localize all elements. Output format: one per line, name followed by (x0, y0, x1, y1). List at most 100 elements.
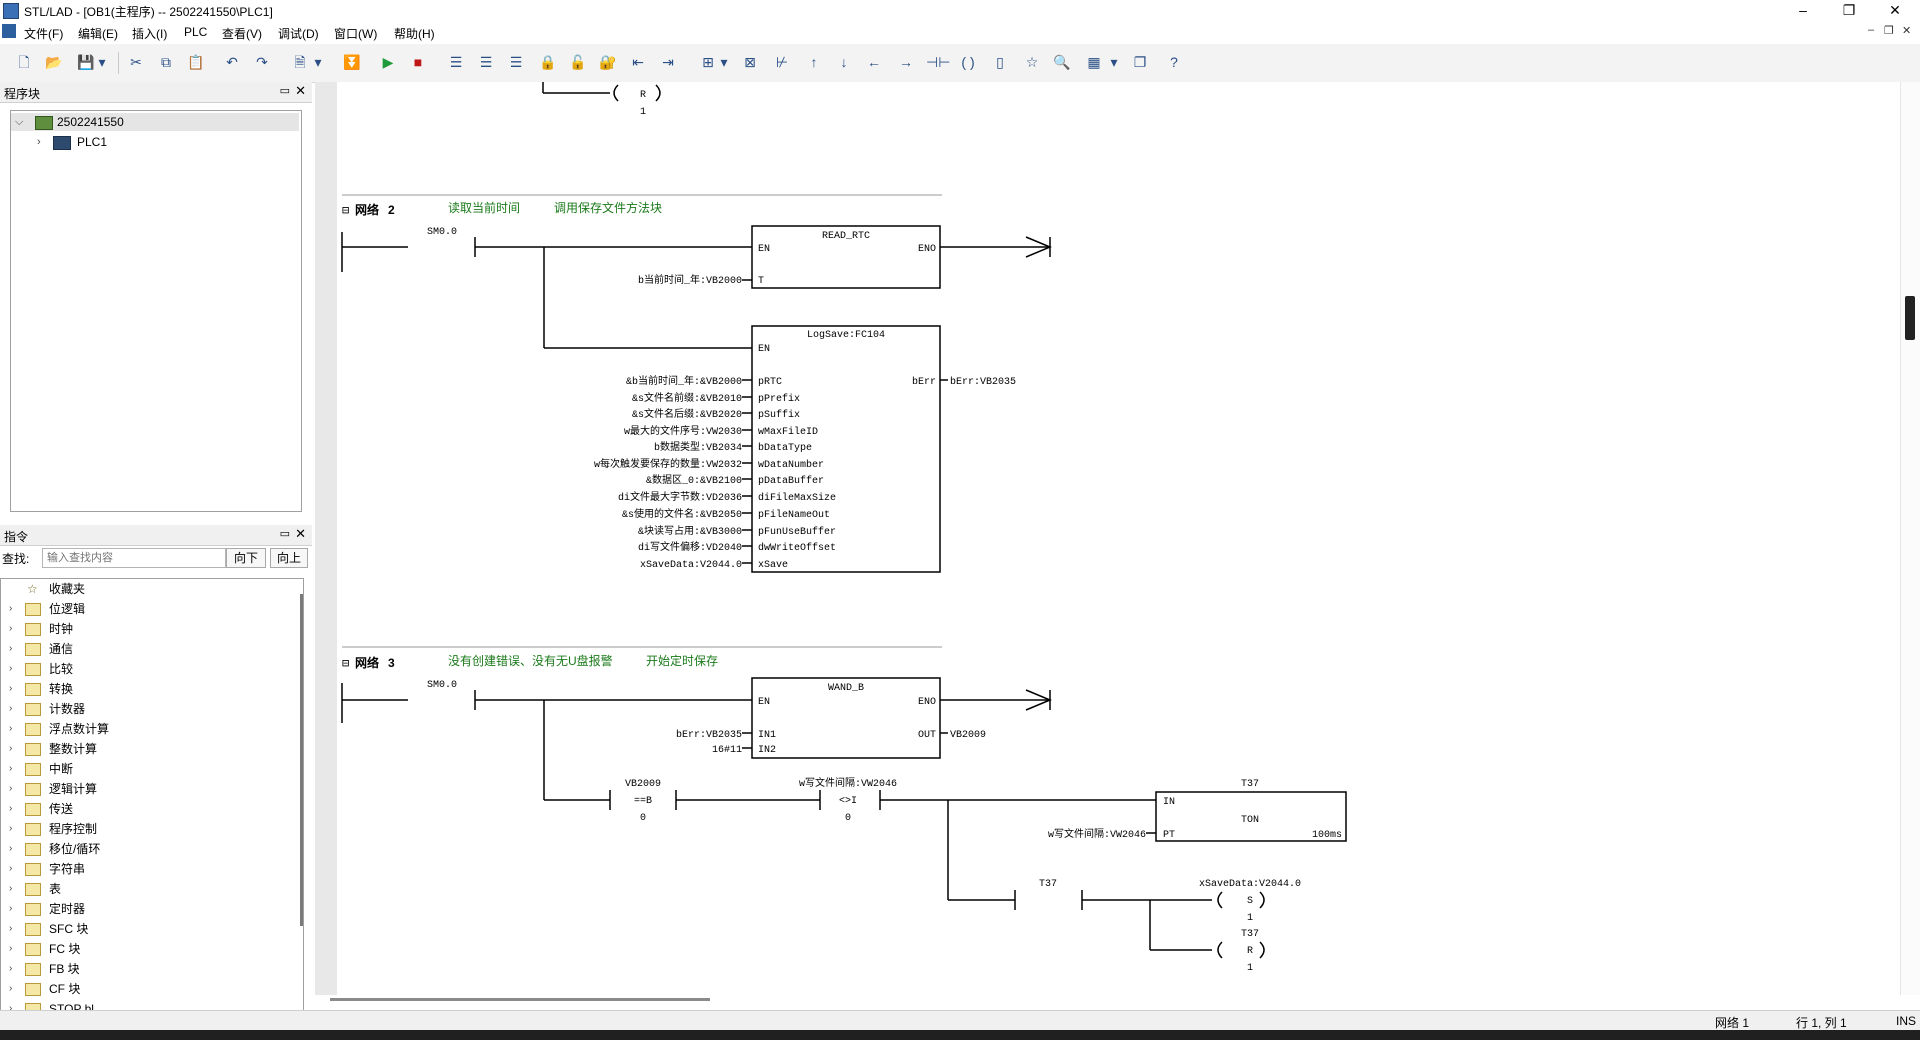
param-berr[interactable]: bErr:VB2035 (950, 376, 1016, 388)
instr-item-compare[interactable]: › 比较 (1, 659, 291, 679)
instr-item-interrupt[interactable]: › 中断 (1, 759, 291, 779)
grid-dropdown-icon[interactable]: ▾ (1108, 52, 1120, 72)
param[interactable]: b数据类型:VB2034 (654, 440, 742, 454)
line-right-icon[interactable]: → (896, 52, 916, 72)
branch-icon[interactable]: ⊞ (698, 52, 718, 72)
param[interactable]: &s文件名后缀:&VB2020 (632, 407, 742, 421)
restore-button[interactable]: ❐ (1826, 0, 1872, 22)
instruction-scrollbar[interactable] (300, 594, 303, 926)
copy-icon[interactable]: ⧉ (156, 52, 176, 72)
instr-item-float-math[interactable]: › 浮点数计算 (1, 719, 291, 739)
instr-item-timer[interactable]: › 定时器 (1, 899, 291, 919)
chevron-right-icon[interactable]: › (9, 719, 12, 739)
chevron-right-icon[interactable]: › (9, 779, 12, 799)
minimize-button[interactable]: – (1780, 0, 1826, 22)
menu-edit[interactable]: 编辑(E) (78, 25, 118, 42)
mdi-minimize-button[interactable]: – (1868, 24, 1874, 36)
paste-icon[interactable]: 📋 (186, 52, 206, 72)
unlock-icon[interactable]: 🔓 (568, 52, 588, 72)
collapse-icon[interactable]: ⊟ (342, 204, 349, 218)
instr-item-fb-block[interactable]: › FB 块 (1, 959, 291, 979)
scroll-thumb[interactable] (1905, 296, 1915, 340)
coil-name[interactable]: xSaveData:V2044.0 (1199, 879, 1301, 890)
mdi-close-button[interactable]: ✕ (1902, 24, 1911, 37)
param[interactable]: di文件最大字节数:VD2036 (618, 490, 742, 504)
chevron-right-icon[interactable]: › (9, 979, 12, 999)
line-left-icon[interactable]: ← (864, 52, 884, 72)
chevron-right-icon[interactable]: › (9, 899, 12, 919)
param[interactable]: &s文件名前缀:&VB2010 (632, 391, 742, 405)
pin-icon[interactable]: ▭ (280, 84, 290, 97)
chevron-right-icon[interactable]: › (9, 859, 12, 879)
param[interactable]: di写文件偏移:VD2040 (638, 540, 742, 554)
instr-item-convert[interactable]: › 转换 (1, 679, 291, 699)
menu-help[interactable]: 帮助(H) (394, 25, 435, 42)
instr-item-sfc-block[interactable]: › SFC 块 (1, 919, 291, 939)
open-folder-icon[interactable]: 📂 (44, 52, 64, 72)
compare-operand[interactable]: w写文件间隔:VW2046 (799, 776, 897, 790)
line-up-icon[interactable]: ↑ (804, 52, 824, 72)
run-icon[interactable]: ▶ (378, 52, 398, 72)
param-pt[interactable]: w写文件间隔:VW2046 (1048, 827, 1146, 841)
indent-icon[interactable]: ⇥ (658, 52, 678, 72)
instr-item-string[interactable]: › 字符串 (1, 859, 291, 879)
instr-item-fc-block[interactable]: › FC 块 (1, 939, 291, 959)
param[interactable]: xSaveData:V2044.0 (640, 560, 742, 571)
instr-item-logic-ops[interactable]: › 逻辑计算 (1, 779, 291, 799)
chevron-right-icon[interactable]: › (9, 799, 12, 819)
menu-view[interactable]: 查看(V) (222, 25, 262, 42)
coil-value[interactable]: 1 (1247, 913, 1253, 924)
branch-dropdown-icon[interactable]: ▾ (718, 52, 730, 72)
param[interactable]: &b当前时间_年:&VB2000 (626, 374, 742, 388)
param[interactable]: w最大的文件序号:VW2030 (624, 424, 742, 438)
chevron-right-icon[interactable]: › (9, 639, 12, 659)
network-comment[interactable]: 开始定时保存 (646, 653, 718, 668)
coil-value[interactable]: 1 (1247, 963, 1253, 974)
param-in1[interactable]: bErr:VB2035 (676, 729, 742, 741)
zoom-icon[interactable]: 🔍 (1052, 52, 1072, 72)
compare-operand[interactable]: VB2009 (625, 779, 661, 790)
contact-nc-icon[interactable]: ⊬ (772, 52, 792, 72)
chevron-down-icon[interactable]: ⌵ (15, 113, 23, 131)
pin-icon[interactable]: ▭ (280, 527, 290, 540)
mdi-restore-button[interactable]: ❐ (1884, 24, 1894, 37)
chevron-right-icon[interactable]: › (9, 679, 12, 699)
menu-file[interactable]: 文件(F) (24, 25, 63, 42)
param[interactable]: &s使用的文件名:&VB2050 (622, 507, 742, 521)
chevron-right-icon[interactable]: › (9, 619, 12, 639)
param-out[interactable]: VB2009 (950, 730, 986, 741)
window-icon[interactable]: ❐ (1130, 52, 1150, 72)
network-comment[interactable]: 调用保存文件方法块 (554, 200, 662, 215)
line-down-icon[interactable]: ↓ (834, 52, 854, 72)
chevron-right-icon[interactable]: › (9, 959, 12, 979)
contact-address[interactable]: SM0.0 (427, 680, 457, 691)
document-icon[interactable] (2, 24, 16, 38)
instr-item-clock[interactable]: › 时钟 (1, 619, 291, 639)
instr-item-table[interactable]: › 表 (1, 879, 291, 899)
undo-icon[interactable]: ↶ (222, 52, 242, 72)
chevron-right-icon[interactable]: › (9, 939, 12, 959)
contact-address[interactable]: T37 (1039, 879, 1057, 890)
delete-network-icon[interactable]: ☰ (476, 52, 496, 72)
instr-item-favorites[interactable]: ☆ 收藏夹 (1, 579, 291, 599)
help-icon[interactable]: ? (1164, 52, 1184, 72)
chevron-right-icon[interactable]: › (9, 659, 12, 679)
favorite-icon[interactable]: ☆ (1022, 52, 1042, 72)
contact-address[interactable]: SM0.0 (427, 227, 457, 238)
chevron-right-icon[interactable]: › (9, 739, 12, 759)
network-label[interactable]: 网络 (355, 655, 379, 670)
contact-icon[interactable]: ⊣⊢ (926, 52, 950, 72)
editor-vertical-scrollbar[interactable] (1900, 82, 1920, 995)
new-file-icon[interactable]: 🗋 (14, 52, 34, 72)
menu-plc[interactable]: PLC (184, 25, 207, 39)
instr-item-communication[interactable]: › 通信 (1, 639, 291, 659)
close-icon[interactable]: ✕ (295, 526, 306, 542)
menu-window[interactable]: 窗口(W) (334, 25, 377, 42)
chevron-right-icon[interactable]: › (9, 839, 12, 859)
chevron-right-icon[interactable]: › (37, 133, 41, 151)
menu-insert[interactable]: 插入(I) (132, 25, 167, 42)
chevron-right-icon[interactable]: › (9, 819, 12, 839)
network-comment[interactable]: 没有创建错误、没有无U盘报警 (448, 653, 613, 668)
network-icon[interactable]: ☰ (506, 52, 526, 72)
close-icon[interactable]: ✕ (295, 83, 306, 99)
